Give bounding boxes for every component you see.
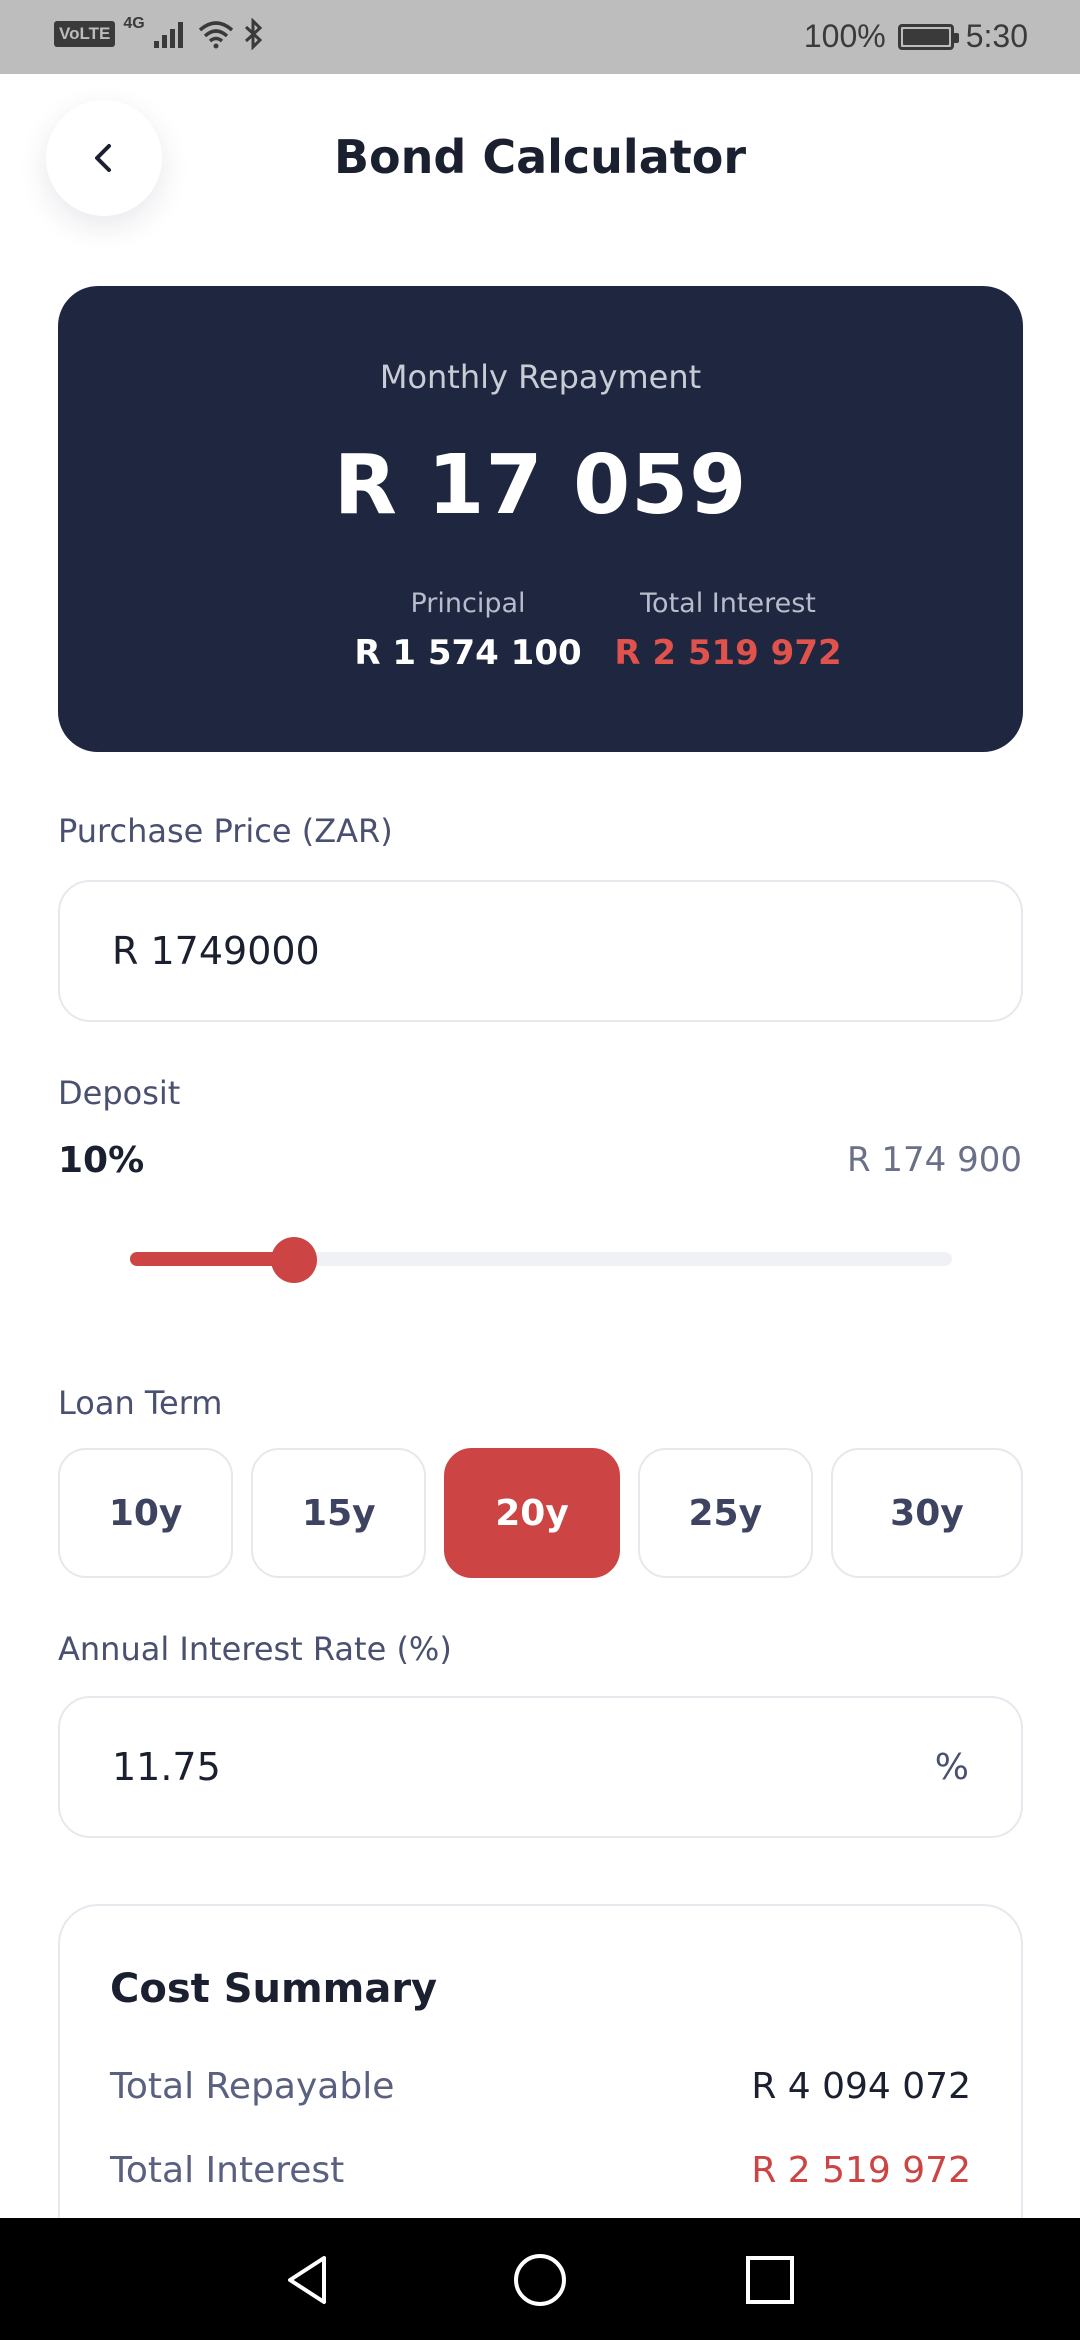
- monthly-repayment-card: Monthly Repayment R 17 059 Principal R 1…: [58, 286, 1023, 752]
- summary-row-label: Total Repayable: [110, 2066, 395, 2107]
- cost-summary-card: Cost Summary Total Repayable R 4 094 072…: [58, 1904, 1023, 2244]
- deposit-slider-fill: [130, 1252, 295, 1266]
- loan-term-options: 10y 15y 20y 25y 30y: [58, 1448, 1024, 1578]
- interest-rate-value: 11.75: [112, 1745, 221, 1789]
- term-option-15y[interactable]: 15y: [251, 1448, 427, 1578]
- monthly-repayment-label: Monthly Repayment: [379, 358, 702, 396]
- volte-indicator: VoLTE: [54, 21, 116, 47]
- summary-row-value: R 2 519 972: [751, 2150, 971, 2191]
- percent-suffix: %: [934, 1746, 969, 1788]
- deposit-slider[interactable]: [130, 1237, 952, 1283]
- deposit-label: Deposit: [58, 1074, 181, 1112]
- status-left: VoLTE 4G: [54, 15, 265, 50]
- bluetooth-icon: [244, 18, 262, 50]
- deposit-percent: 10%: [58, 1140, 145, 1181]
- signal-icon: [153, 22, 183, 48]
- total-interest-block: Total Interest R 2 519 972: [558, 588, 898, 673]
- interest-rate-input[interactable]: 11.75 %: [58, 1696, 1023, 1838]
- purchase-price-value: R 1749000: [112, 929, 320, 973]
- wifi-icon: [198, 21, 233, 49]
- summary-row-value: R 4 094 072: [751, 2066, 971, 2107]
- term-option-20y[interactable]: 20y: [444, 1448, 620, 1578]
- status-bar: VoLTE 4G 100% 5:30: [0, 0, 1080, 74]
- term-option-10y[interactable]: 10y: [58, 1448, 234, 1578]
- status-right: 100% 5:30: [804, 18, 1028, 55]
- battery-percent: 100%: [803, 18, 886, 54]
- square-recents-icon[interactable]: [738, 2248, 802, 2312]
- summary-row-total-repayable: Total Repayable R 4 094 072: [110, 2066, 971, 2107]
- deposit-slider-thumb[interactable]: [271, 1237, 318, 1283]
- total-interest-value: R 2 519 972: [614, 633, 842, 673]
- purchase-price-label: Purchase Price (ZAR): [58, 812, 393, 850]
- interest-rate-label: Annual Interest Rate (%): [58, 1630, 452, 1668]
- summary-row-label: Total Interest: [110, 2150, 345, 2191]
- clock: 5:30: [965, 18, 1028, 54]
- term-option-30y[interactable]: 30y: [830, 1448, 1024, 1578]
- total-interest-label: Total Interest: [640, 588, 816, 619]
- cost-summary-title: Cost Summary: [110, 1966, 438, 2012]
- term-option-25y[interactable]: 25y: [637, 1448, 813, 1578]
- monthly-repayment-amount: R 17 059: [333, 438, 748, 533]
- deposit-amount: R 174 900: [846, 1140, 1022, 1180]
- purchase-price-input[interactable]: R 1749000: [58, 880, 1023, 1022]
- network-type: 4G: [123, 15, 145, 32]
- system-nav-bar: [0, 2218, 1080, 2340]
- triangle-back-icon[interactable]: [276, 2248, 340, 2312]
- page-title: Bond Calculator: [333, 130, 747, 184]
- circle-home-icon[interactable]: [508, 2248, 572, 2312]
- loan-term-label: Loan Term: [58, 1384, 223, 1422]
- battery-icon: [897, 23, 959, 50]
- battery-fill: [902, 28, 949, 45]
- summary-row-total-interest: Total Interest R 2 519 972: [110, 2150, 971, 2191]
